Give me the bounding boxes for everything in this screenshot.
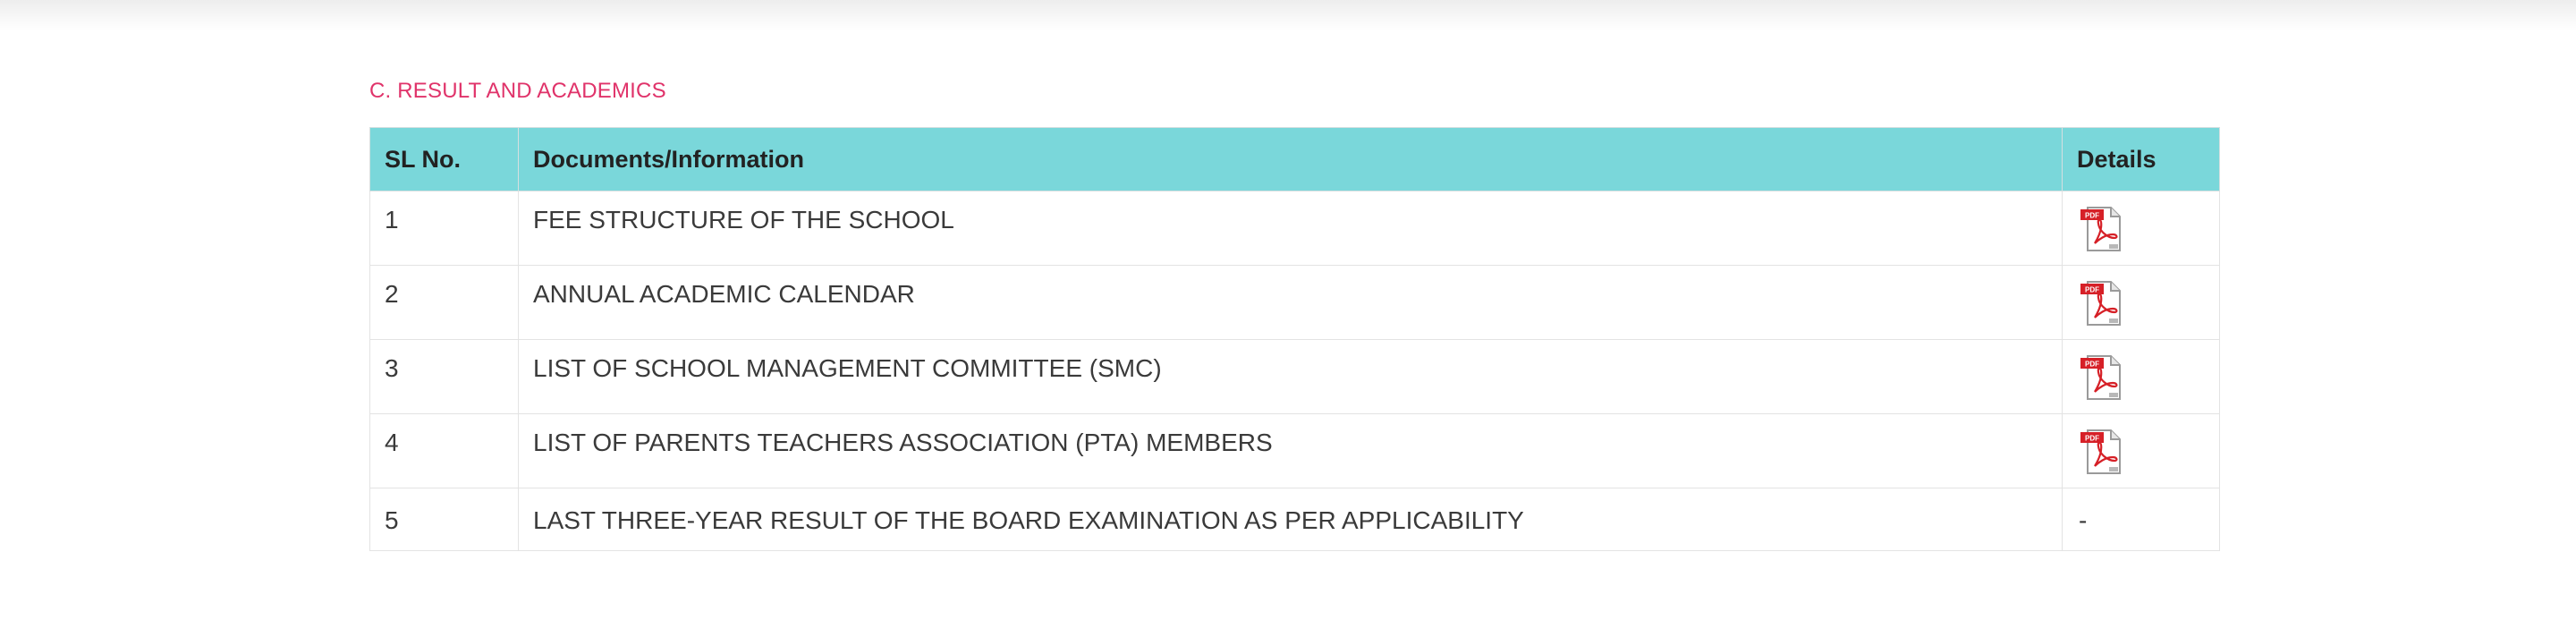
documents-table: SL No. Documents/Information Details 1 F…	[369, 127, 2220, 551]
table-row: 4 LIST OF PARENTS TEACHERS ASSOCIATION (…	[369, 413, 2220, 488]
document-cell: LAST THREE-YEAR RESULT OF THE BOARD EXAM…	[518, 488, 2063, 551]
details-dash: -	[2079, 506, 2088, 534]
table-row: 2 ANNUAL ACADEMIC CALENDAR PDF	[369, 265, 2220, 340]
document-cell: FEE STRUCTURE OF THE SCHOOL	[518, 191, 2063, 266]
result-academics-section: C. RESULT AND ACADEMICS SL No. Documents…	[369, 75, 2220, 551]
sl-no-cell: 3	[369, 339, 519, 414]
sl-no-cell: 4	[369, 413, 519, 488]
header-documents: Documents/Information	[518, 127, 2063, 191]
sl-no-cell: 2	[369, 265, 519, 340]
document-cell: LIST OF SCHOOL MANAGEMENT COMMITTEE (SMC…	[518, 339, 2063, 414]
pdf-icon[interactable]: PDF	[2077, 278, 2127, 328]
details-cell: PDF	[2062, 265, 2220, 340]
table-row: 3 LIST OF SCHOOL MANAGEMENT COMMITTEE (S…	[369, 339, 2220, 414]
svg-text:PDF: PDF	[2085, 361, 2099, 369]
svg-text:PDF: PDF	[2085, 435, 2099, 443]
table-header-row: SL No. Documents/Information Details	[369, 127, 2220, 191]
svg-text:PDF: PDF	[2085, 286, 2099, 294]
section-title: C. RESULT AND ACADEMICS	[369, 79, 666, 103]
document-cell: ANNUAL ACADEMIC CALENDAR	[518, 265, 2063, 340]
svg-text:PDF: PDF	[2085, 212, 2099, 220]
sl-no-cell: 5	[369, 488, 519, 551]
table-row: 5 LAST THREE-YEAR RESULT OF THE BOARD EX…	[369, 488, 2220, 551]
sl-no-cell: 1	[369, 191, 519, 266]
header-details: Details	[2062, 127, 2220, 191]
pdf-icon[interactable]: PDF	[2077, 352, 2127, 403]
table-row: 1 FEE STRUCTURE OF THE SCHOOL PDF	[369, 191, 2220, 266]
header-sl-no: SL No.	[369, 127, 519, 191]
header-shadow	[0, 0, 2576, 30]
details-cell: -	[2062, 488, 2220, 551]
pdf-icon[interactable]: PDF	[2077, 204, 2127, 254]
document-cell: LIST OF PARENTS TEACHERS ASSOCIATION (PT…	[518, 413, 2063, 488]
details-cell: PDF	[2062, 191, 2220, 266]
details-cell: PDF	[2062, 339, 2220, 414]
details-cell: PDF	[2062, 413, 2220, 488]
pdf-icon[interactable]: PDF	[2077, 427, 2127, 477]
